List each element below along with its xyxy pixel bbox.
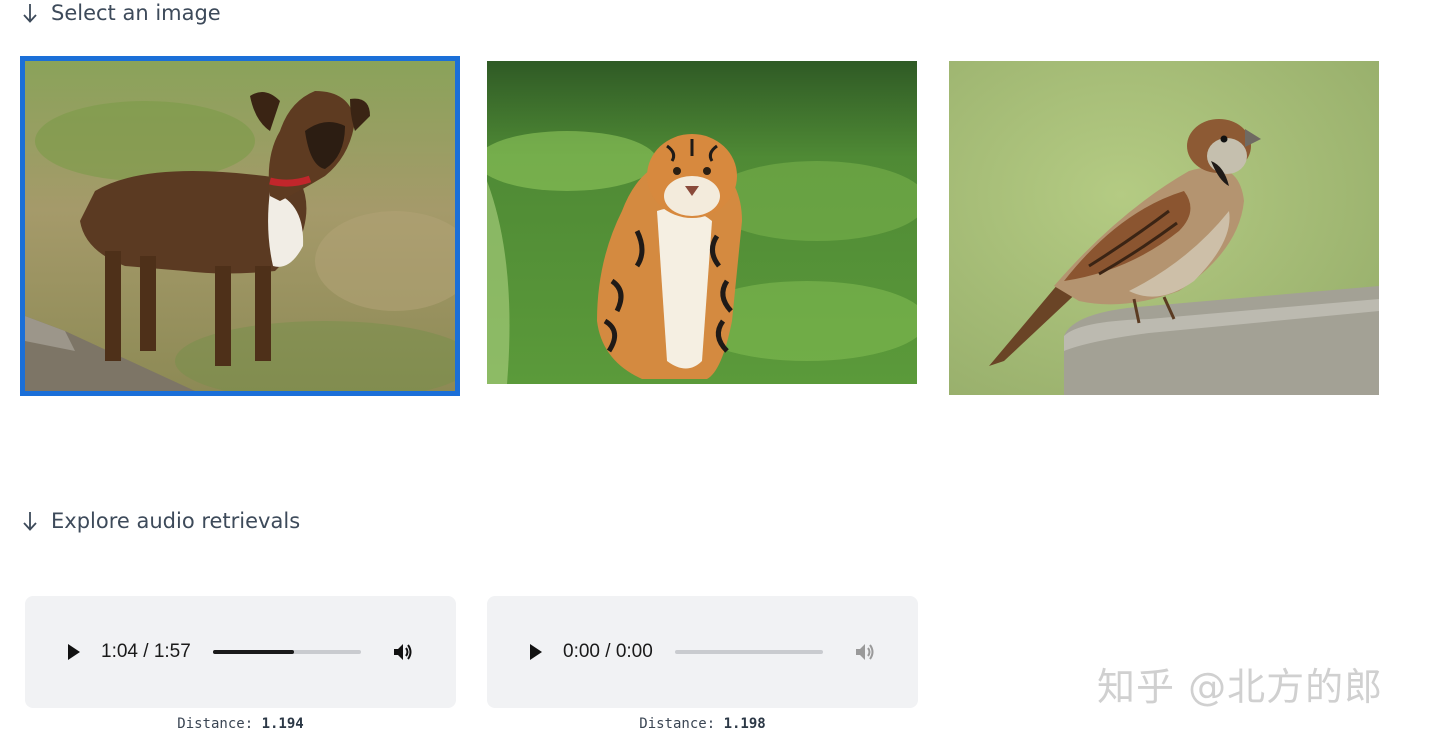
tiger-image: [487, 61, 917, 384]
play-button[interactable]: [527, 643, 545, 661]
image-option-sparrow[interactable]: [949, 61, 1379, 395]
play-icon: [68, 644, 80, 660]
section-heading-audio-retrievals: Explore audio retrievals: [22, 509, 300, 533]
volume-button[interactable]: [853, 640, 877, 664]
audio-result-card: 1:04 / 1:57: [25, 596, 456, 708]
distance-readout: Distance: 1.194: [25, 716, 456, 732]
distance-value: 1.198: [723, 716, 766, 732]
distance-label: Distance:: [177, 716, 262, 732]
audio-result-card: 0:00 / 0:00: [487, 596, 918, 708]
volume-icon: [393, 644, 412, 660]
watermark: 知乎 @北方的郎: [1097, 665, 1384, 709]
dog-image: [25, 61, 455, 391]
seek-slider[interactable]: [212, 650, 361, 654]
image-option-dog[interactable]: [20, 56, 460, 396]
play-button[interactable]: [65, 643, 83, 661]
section-heading-select-image: Select an image: [22, 1, 221, 25]
volume-button[interactable]: [391, 640, 415, 664]
audio-player: 1:04 / 1:57: [65, 636, 425, 668]
arrow-down-icon: [23, 512, 37, 531]
section-title: Explore audio retrievals: [51, 509, 301, 533]
play-icon: [530, 644, 542, 660]
playback-time: 0:00 / 0:00: [563, 641, 653, 662]
image-option-tiger[interactable]: [487, 61, 917, 384]
playback-time: 1:04 / 1:57: [101, 641, 191, 662]
seek-slider[interactable]: [674, 650, 823, 654]
section-title: Select an image: [51, 1, 221, 25]
distance-label: Distance:: [639, 716, 724, 732]
sparrow-image: [949, 61, 1379, 395]
audio-player: 0:00 / 0:00: [527, 636, 887, 668]
distance-readout: Distance: 1.198: [487, 716, 918, 732]
volume-icon: [855, 644, 874, 660]
distance-value: 1.194: [261, 716, 304, 732]
seek-progress: [212, 650, 294, 654]
arrow-down-icon: [23, 4, 37, 23]
